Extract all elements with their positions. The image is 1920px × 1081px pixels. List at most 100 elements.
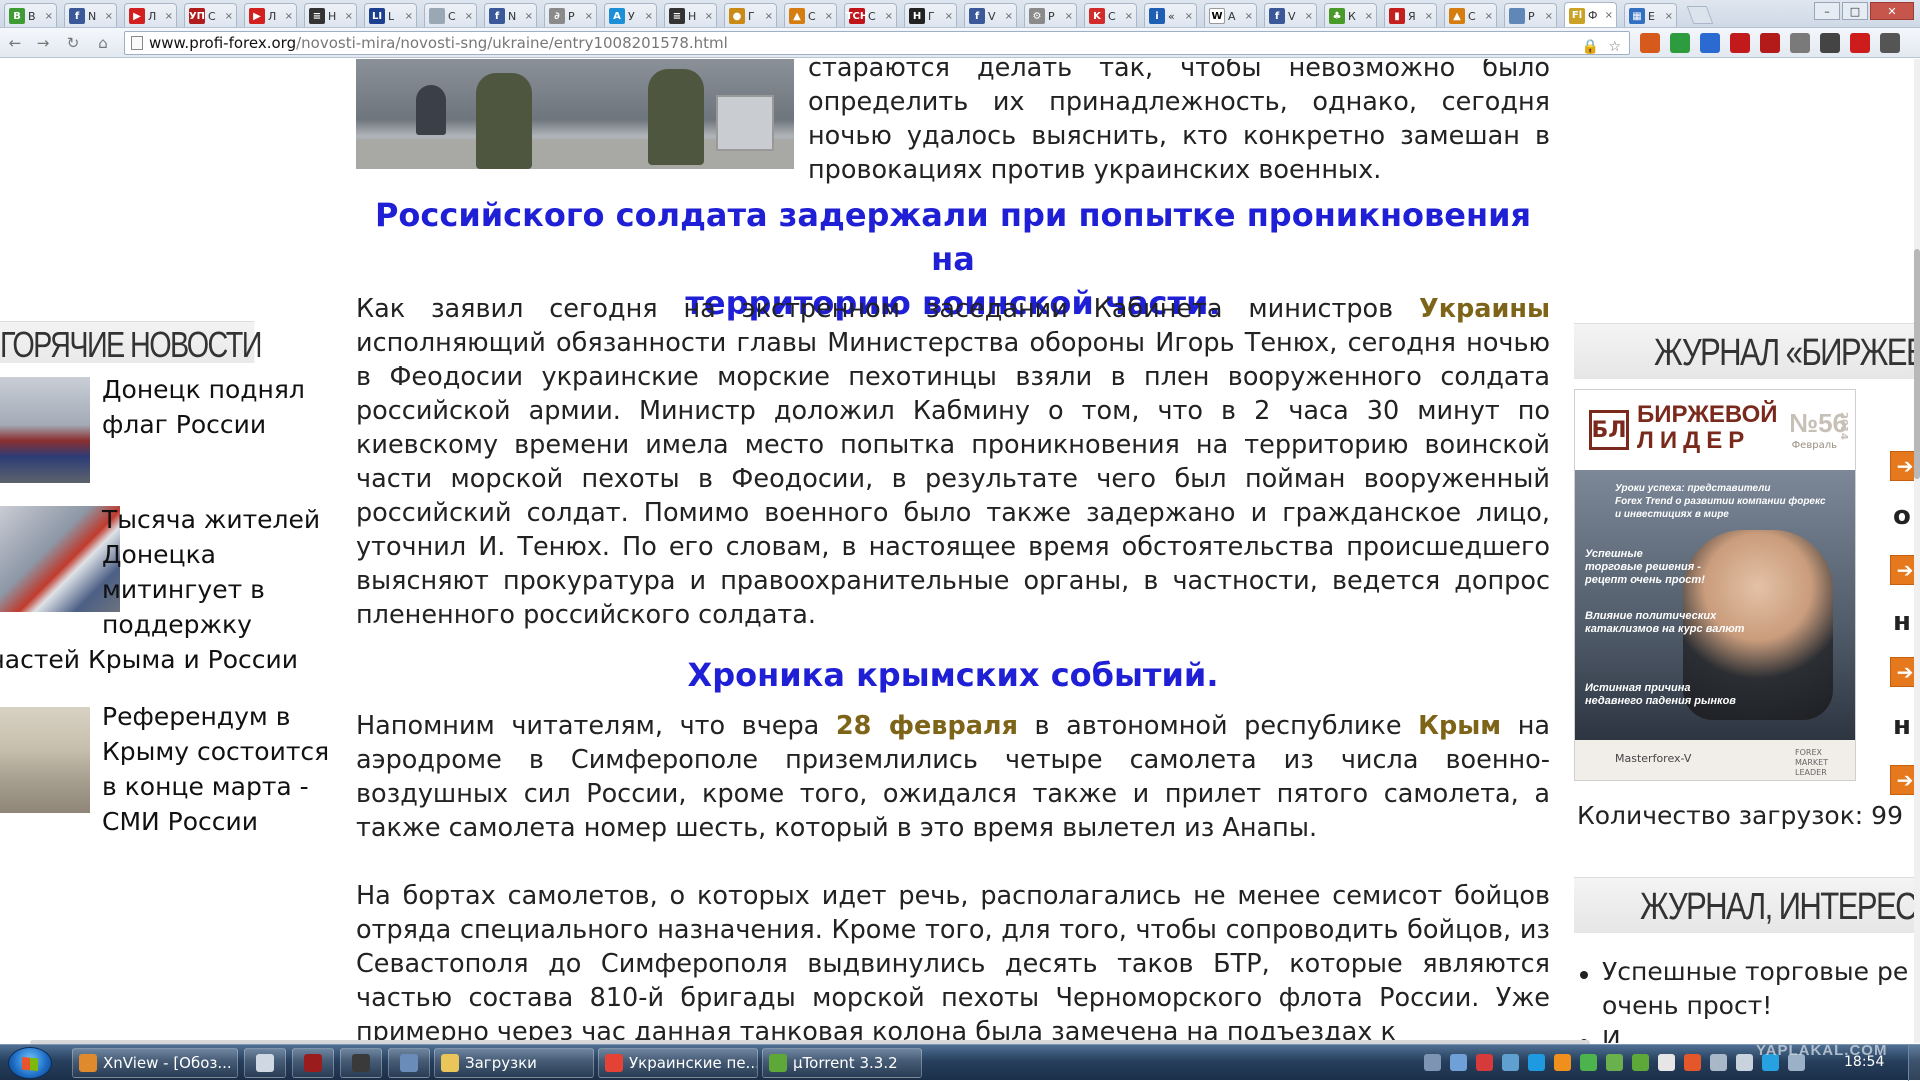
browser-tab[interactable]: ⚙ Р × [1024,3,1077,27]
maximize-icon[interactable]: □ [1842,2,1868,20]
bookmarks-icon[interactable] [1640,33,1660,53]
browser-tab[interactable]: f V × [1264,3,1317,27]
close-tab-icon[interactable]: × [1305,11,1313,22]
close-tab-icon[interactable]: × [1425,11,1433,22]
highlight-link[interactable]: Крым [1418,711,1501,741]
browser-tab[interactable]: Fl Ф × [1564,2,1617,27]
abp-icon[interactable] [1850,33,1870,53]
news-thumbnail[interactable] [0,707,90,813]
language-flag-icon[interactable] [1476,1054,1493,1071]
hot-news-item[interactable]: Референдум в Крыму состоится в конце марта… [102,699,329,839]
close-tab-icon[interactable]: × [585,11,593,22]
browser-tab[interactable]: f N × [64,3,117,27]
sidebar-link-letter[interactable]: н [1893,711,1911,741]
close-tab-icon[interactable]: × [885,11,893,22]
taskbar-button[interactable]: Загрузки [434,1048,594,1078]
close-tab-icon[interactable]: × [1485,11,1493,22]
volume-icon[interactable] [1736,1054,1753,1071]
close-tab-icon[interactable]: × [825,11,833,22]
script-icon[interactable] [1820,33,1840,53]
close-tab-icon[interactable]: × [165,11,173,22]
browser-tab[interactable]: LI L × [364,3,417,27]
translate-icon[interactable] [1700,33,1720,53]
lock-icon[interactable]: 🔒 [1582,36,1599,58]
browser-tab[interactable]: ≡ Н × [664,3,717,27]
back-button[interactable]: ← [4,33,26,53]
close-tab-icon[interactable]: × [645,11,653,22]
browser-tab[interactable]: ТСН С × [844,3,897,27]
browser-tab[interactable]: ♣ К × [1324,3,1377,27]
close-tab-icon[interactable]: × [1545,11,1553,22]
skype-icon[interactable] [1528,1054,1545,1071]
earth-icon[interactable] [1670,33,1690,53]
mail-icon[interactable] [1790,33,1810,53]
home-button[interactable]: ⌂ [92,33,114,53]
hot-news-item[interactable]: Тысяча жителей Донецка митингует в поддержк… [0,502,320,677]
browser-tab[interactable]: ∂ Р × [544,3,597,27]
browser-tab[interactable]: В В × [4,3,57,27]
close-tab-icon[interactable]: × [1605,10,1613,21]
close-tab-icon[interactable]: × [1065,11,1073,22]
browser-tab[interactable]: f V × [964,3,1017,27]
close-tab-icon[interactable]: × [225,11,233,22]
close-tab-icon[interactable]: × [1245,11,1253,22]
browser-tab[interactable]: ● Г × [724,3,777,27]
journal-article-link[interactable]: Успешные торговые ре очень прост! [1602,955,1908,1023]
start-button[interactable] [8,1047,52,1079]
taskbar-button[interactable]: Украинские пе... [598,1048,758,1078]
close-tab-icon[interactable]: × [525,11,533,22]
browser-tab[interactable]: i « × [1144,3,1197,27]
close-tab-icon[interactable]: × [1185,11,1193,22]
close-tab-icon[interactable]: × [285,11,293,22]
sidebar-link-letter[interactable]: н [1893,607,1911,637]
white-app-icon[interactable] [1658,1054,1675,1071]
close-tab-icon[interactable]: × [765,11,773,22]
browser-tab[interactable]: А У × [604,3,657,27]
expand-tray-icon[interactable] [1424,1054,1441,1071]
browser-tab[interactable]: УП С × [184,3,237,27]
reload-button[interactable]: ↻ [62,33,84,53]
browser-tab[interactable]: ▮ Я × [1384,3,1437,27]
lastpass-icon[interactable] [1760,33,1780,53]
news-thumbnail[interactable] [0,377,90,483]
flash-icon[interactable] [1684,1054,1701,1071]
browser-tab[interactable]: Р × [1504,3,1557,27]
close-tab-icon[interactable]: × [1365,11,1373,22]
browser-tab[interactable]: ▲ С × [1444,3,1497,27]
browser-tab[interactable]: H Г × [904,3,957,27]
taskbar-button[interactable] [388,1048,430,1078]
close-tab-icon[interactable]: × [345,11,353,22]
taskbar-button[interactable]: µTorrent 3.3.2 [762,1048,922,1078]
browser-tab[interactable]: ≡ Н × [304,3,357,27]
orange-app-icon[interactable] [1554,1054,1571,1071]
close-tab-icon[interactable]: × [945,11,953,22]
close-tab-icon[interactable]: × [705,11,713,22]
forward-button[interactable]: → [32,33,54,53]
close-tab-icon[interactable]: × [45,11,53,22]
vertical-scrollbar[interactable] [1914,59,1920,1043]
address-bar[interactable]: www.profi-forex.org/novosti-mira/novosti… [124,31,1630,55]
close-tab-icon[interactable]: × [105,11,113,22]
journal-article-link[interactable]: И [1602,1023,1621,1043]
taskbar-button[interactable]: XnView - [Обоз... [72,1048,238,1078]
hot-news-item[interactable]: Донецк поднял флаг России [102,372,305,442]
utorrent-tray-icon[interactable] [1632,1054,1649,1071]
menu-icon[interactable] [1880,33,1900,53]
browser-tab[interactable]: ▶ Л × [244,3,297,27]
show-desktop-button[interactable] [1908,1045,1920,1081]
close-tab-icon[interactable]: × [405,11,413,22]
cloud-icon[interactable] [1502,1054,1519,1071]
highlight-link[interactable]: Украины [1419,294,1550,324]
close-tab-icon[interactable]: × [465,11,473,22]
browser-tab[interactable]: ▶ Л × [124,3,177,27]
close-tab-icon[interactable]: × [1005,11,1013,22]
browser-tab[interactable]: f N × [484,3,537,27]
bookmark-star-icon[interactable]: ☆ [1608,36,1621,58]
highlight-link[interactable]: 28 февраля [836,711,1018,741]
browser-tab[interactable]: ▲ С × [784,3,837,27]
green-check-icon[interactable] [1580,1054,1597,1071]
monitor-icon[interactable] [1710,1054,1727,1071]
minimize-icon[interactable]: – [1814,2,1840,20]
close-window-icon[interactable]: ✕ [1870,2,1914,20]
close-tab-icon[interactable]: × [1125,11,1133,22]
